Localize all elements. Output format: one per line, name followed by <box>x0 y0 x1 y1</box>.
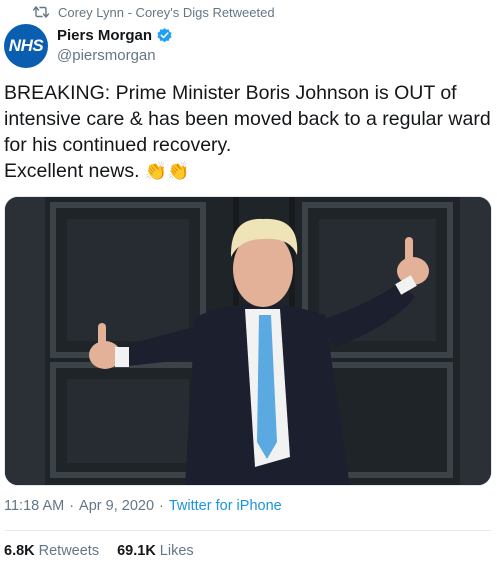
retweets-count: 6.8K <box>4 543 35 559</box>
tweet-text: BREAKING: Prime Minister Boris Johnson i… <box>4 80 492 184</box>
tweet-date[interactable]: Apr 9, 2020 <box>79 498 154 514</box>
photo-image <box>5 197 491 485</box>
retweet-context[interactable]: Corey Lynn - Corey's Digs Retweeted <box>33 2 275 22</box>
verified-badge-icon <box>156 27 173 44</box>
retweets-label: Retweets <box>38 543 100 559</box>
meta-separator: · <box>159 498 164 514</box>
tweet-time[interactable]: 11:18 AM <box>4 498 64 514</box>
divider <box>4 530 492 531</box>
tweet-photo[interactable] <box>4 196 492 486</box>
avatar-logo-text: NHS <box>8 36 44 55</box>
retweet-context-text: Corey Lynn - Corey's Digs Retweeted <box>58 4 275 20</box>
retweets-stat[interactable]: 6.8K Retweets <box>4 543 99 559</box>
author-handle[interactable]: @piersmorgan <box>57 47 173 64</box>
tweet-stats: 6.8K Retweets 69.1K Likes <box>4 543 212 559</box>
clapping-hands-emoji: 👏👏 <box>144 161 190 181</box>
likes-stat[interactable]: 69.1K Likes <box>117 543 194 559</box>
meta-separator: · <box>69 498 75 514</box>
tweet-source-link[interactable]: Twitter for iPhone <box>169 498 282 514</box>
tweet-body: BREAKING: Prime Minister Boris Johnson i… <box>4 82 491 182</box>
author-name[interactable]: Piers Morgan <box>57 27 152 44</box>
likes-count: 69.1K <box>117 543 156 559</box>
retweet-icon <box>33 4 49 20</box>
tweet-meta: 11:18 AM · Apr 9, 2020 · Twitter for iPh… <box>4 498 282 514</box>
author-info[interactable]: Piers Morgan @piersmorgan <box>57 26 173 64</box>
avatar[interactable]: NHS <box>4 24 48 68</box>
likes-label: Likes <box>159 543 194 559</box>
